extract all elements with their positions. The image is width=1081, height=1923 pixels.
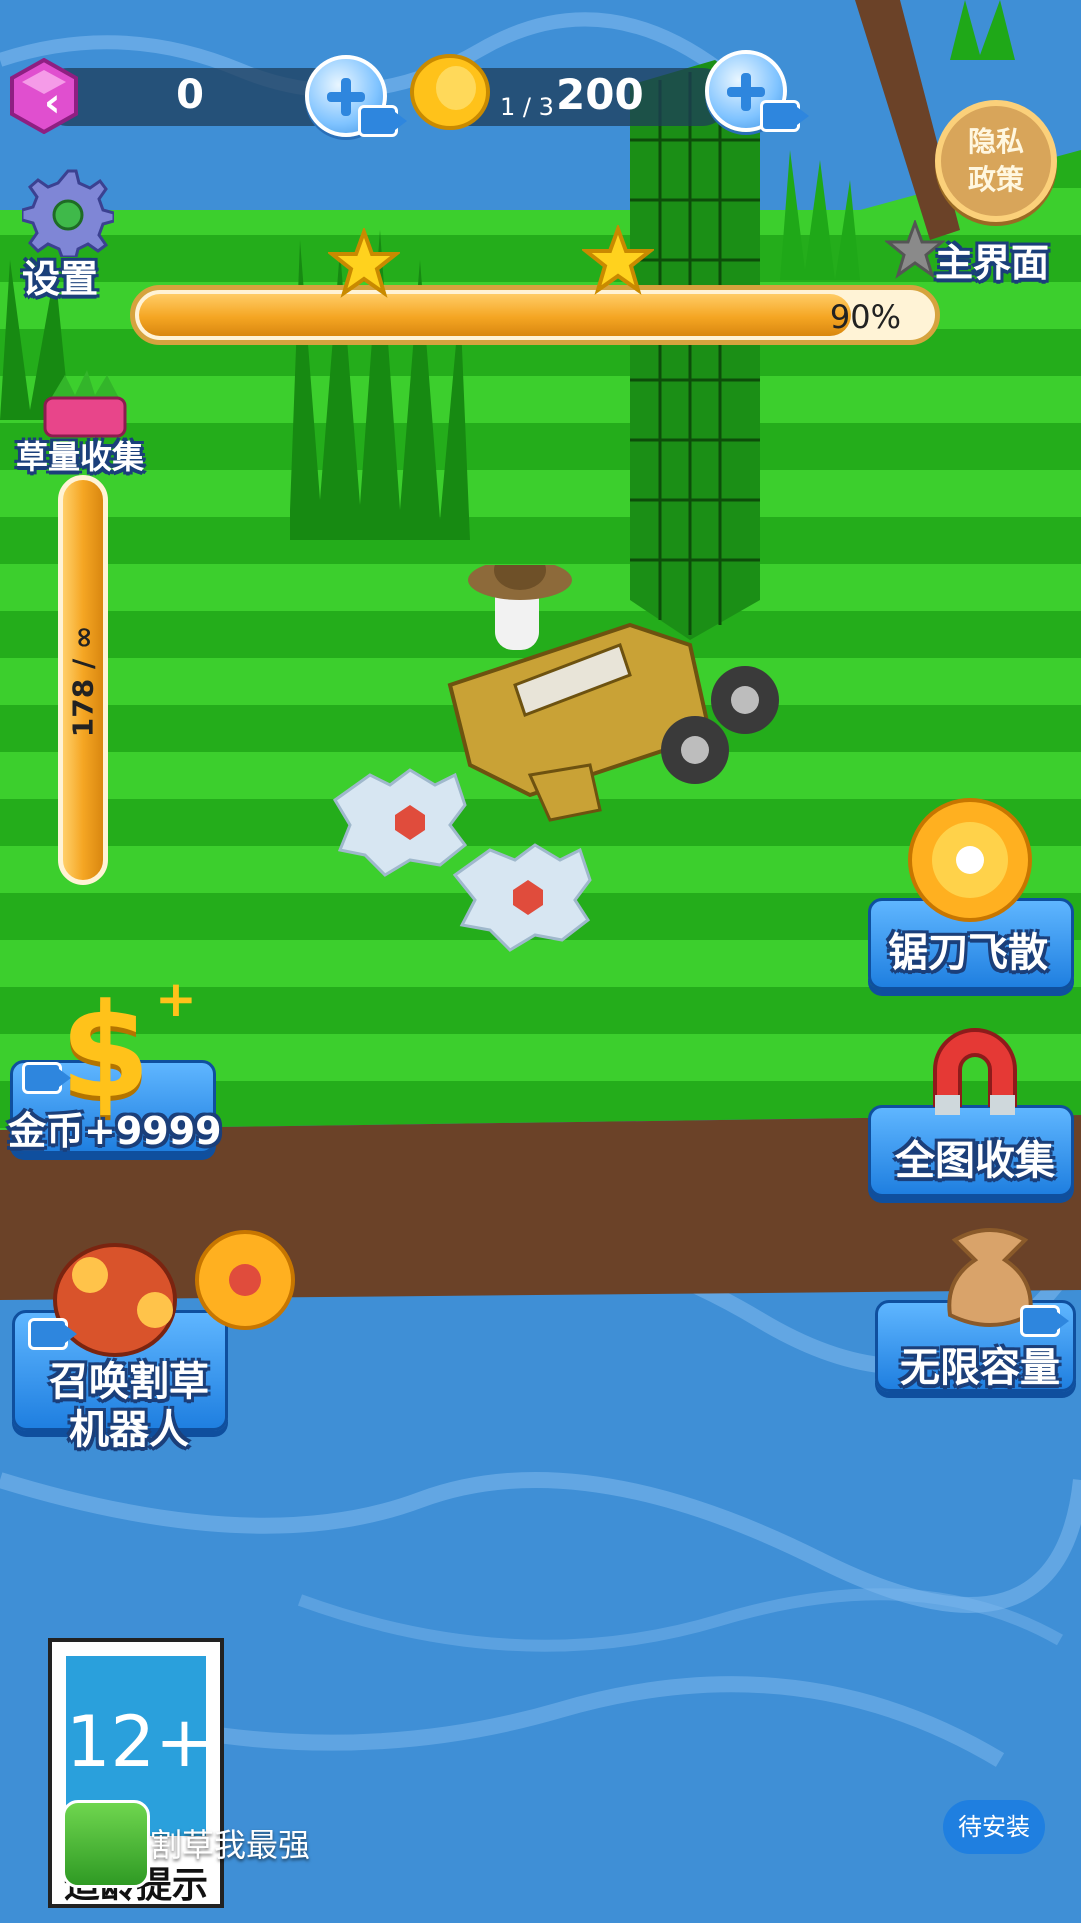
summon-robot-label: 召唤割草 机器人 — [49, 1359, 209, 1453]
app-name: 割草我最强 — [150, 1826, 311, 1864]
lawn-mower-player — [333, 565, 779, 952]
unlimited-capacity-label: 无限容量 — [900, 1345, 1060, 1391]
map-collect-label: 全图收集 — [895, 1138, 1055, 1184]
coin-icon — [410, 54, 490, 130]
star-icon — [328, 228, 400, 298]
grass-collect-counter: 178 / ∞ — [66, 625, 100, 738]
robot-mower-icon — [53, 1230, 295, 1357]
age-rating-number: 12+ — [66, 1701, 214, 1783]
level-progress-fill — [139, 294, 851, 336]
star-icon — [582, 225, 654, 295]
level-progress-text: 1 / 3 — [500, 93, 554, 121]
saw-fly-label: 锯刀飞散 — [888, 930, 1048, 976]
coins-bonus-label: 金币+9999 — [8, 1109, 222, 1153]
video-ad-icon — [28, 1318, 77, 1350]
level-progress-percent: 90% — [829, 298, 901, 336]
back-arrow-icon[interactable]: ‹ — [44, 80, 60, 126]
grass-collect-title: 草量收集 — [16, 438, 145, 476]
privacy-policy-label: 隐私 政策 — [967, 125, 1024, 196]
grass-capacity-meter: 178 / ∞ — [58, 475, 108, 885]
video-ad-icon — [22, 1062, 71, 1094]
coin-count: 200 — [556, 70, 644, 119]
grass-basket-icon — [43, 370, 127, 438]
app-icon — [62, 1800, 150, 1888]
settings-button[interactable]: 设置 — [22, 248, 98, 303]
video-ad-icon — [760, 100, 809, 132]
gear-icon[interactable] — [22, 165, 114, 257]
plus-icon: + — [155, 970, 197, 1028]
privacy-policy-button[interactable]: 隐私 政策 — [935, 100, 1057, 222]
video-ad-icon — [358, 105, 407, 137]
saw-blade-icon — [908, 798, 1032, 922]
level-progress-bar: 90% — [130, 285, 940, 345]
install-button[interactable]: 待安装 — [943, 1800, 1045, 1854]
video-ad-icon — [1020, 1305, 1069, 1337]
gem-count: 0 — [176, 72, 204, 118]
main-menu-button[interactable]: 主界面 — [935, 232, 1049, 287]
magnet-icon — [933, 1028, 1017, 1115]
